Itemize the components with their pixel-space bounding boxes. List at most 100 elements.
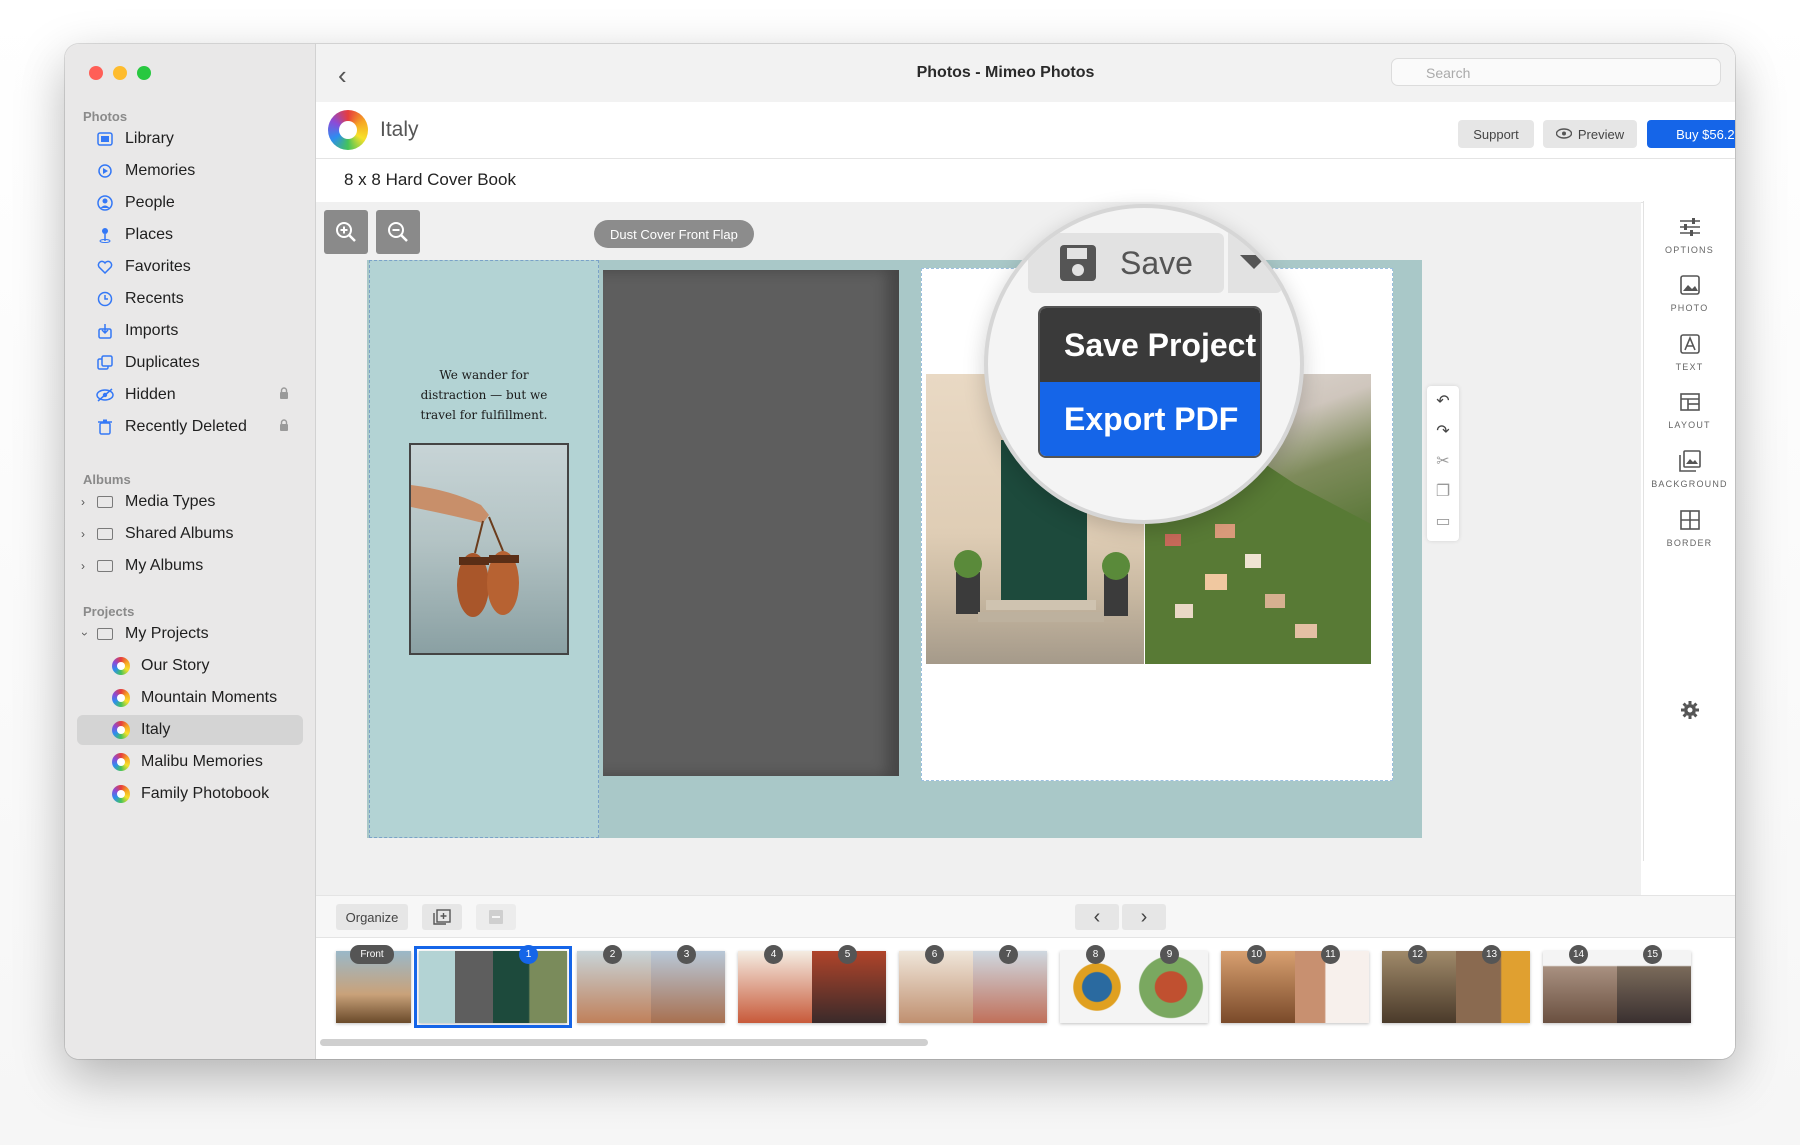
library-icon (95, 129, 115, 149)
sidebar-item-label: Imports (125, 322, 179, 339)
support-button[interactable]: Support (1458, 120, 1534, 148)
minimize-window-button[interactable] (113, 66, 127, 80)
photos-section-header: Photos (83, 109, 128, 124)
save-button[interactable]: Save (1028, 233, 1224, 293)
hand-shoes-photo[interactable] (409, 443, 569, 655)
edit-tools: ↶ ↷ ✂ ❐ ▭ (1427, 386, 1459, 541)
thumbnail-pages-4-5[interactable]: 4 5 (738, 945, 886, 1023)
sidebar-item-label: Media Types (125, 493, 216, 510)
quote-line: We wander for (439, 368, 529, 382)
page-badge: 7 (999, 945, 1018, 964)
menu-item-save-project[interactable]: Save Project (1040, 308, 1260, 382)
cut-icon[interactable]: ✂ (1427, 446, 1459, 476)
save-dropdown-button[interactable] (1228, 233, 1282, 293)
quote-line: distraction — but we (420, 388, 548, 402)
sidebar-item-our-story[interactable]: Our Story (77, 651, 303, 681)
next-page-button[interactable]: › (1122, 904, 1166, 930)
sidebar-item-favorites[interactable]: Favorites (77, 252, 303, 282)
filmstrip-scrollbar[interactable] (320, 1039, 928, 1046)
sidebar-item-label: Hidden (125, 386, 176, 403)
sidebar-item-shared-albums[interactable]: › Shared Albums (77, 519, 303, 549)
project-icon (111, 656, 131, 676)
thumbnail-pages-6-7[interactable]: 6 7 (899, 945, 1047, 1023)
sidebar-item-recents[interactable]: Recents (77, 284, 303, 314)
save-dropdown-menu: Save Project Export PDF (1038, 306, 1262, 458)
folder-icon (95, 624, 115, 644)
page-badge: 2 (603, 945, 622, 964)
sidebar-item-people[interactable]: People (77, 188, 303, 218)
gear-icon (1644, 696, 1735, 724)
paste-icon[interactable]: ▭ (1427, 506, 1459, 536)
organize-button[interactable]: Organize (336, 904, 408, 930)
preview-button[interactable]: Preview (1543, 120, 1637, 148)
sidebar-item-hidden[interactable]: Hidden (77, 380, 303, 410)
sidebar-item-my-albums[interactable]: › My Albums (77, 551, 303, 581)
thumbnail-pages-8-9[interactable]: 8 9 (1060, 945, 1208, 1023)
settings-button[interactable] (1644, 696, 1735, 724)
sidebar-item-label: Family Photobook (141, 785, 270, 802)
thumbnail-pages-12-13[interactable]: 12 13 (1382, 945, 1530, 1023)
search-input[interactable]: Search (1391, 58, 1721, 86)
sidebar-item-recently-deleted[interactable]: Recently Deleted (77, 412, 303, 442)
chevron-right-icon[interactable]: › (81, 559, 85, 573)
thumbnail-page-1[interactable]: 1 (414, 945, 572, 1028)
sidebar-item-mountain-moments[interactable]: Mountain Moments (77, 683, 303, 713)
sidebar-item-italy[interactable]: Italy (77, 715, 303, 745)
redo-icon[interactable]: ↷ (1427, 416, 1459, 446)
chevron-down-icon[interactable]: › (78, 632, 92, 636)
close-window-button[interactable] (89, 66, 103, 80)
page-badge: 14 (1569, 945, 1588, 964)
memories-icon (95, 161, 115, 181)
sidebar-item-places[interactable]: Places (77, 220, 303, 250)
copy-icon[interactable]: ❐ (1427, 476, 1459, 506)
page-badge: 4 (764, 945, 783, 964)
page-badge: 13 (1482, 945, 1501, 964)
sidebar-item-label: Recents (125, 290, 184, 307)
albums-section-header: Albums (83, 472, 131, 487)
sidebar-item-label: Mountain Moments (141, 689, 278, 706)
sidebar-item-duplicates[interactable]: Duplicates (77, 348, 303, 378)
sidebar-item-label: Shared Albums (125, 525, 234, 542)
sidebar-item-memories[interactable]: Memories (77, 156, 303, 186)
thumbnail-pages-10-11[interactable]: 10 11 (1221, 945, 1369, 1023)
sidebar-item-family-photobook[interactable]: Family Photobook (77, 779, 303, 809)
sidebar-item-my-projects[interactable]: › My Projects (77, 619, 303, 649)
quote-line: travel for fulfillment. (420, 408, 548, 422)
sidebar-item-malibu-memories[interactable]: Malibu Memories (77, 747, 303, 777)
sidebar-item-label: Recently Deleted (125, 418, 247, 435)
sidebar-item-media-types[interactable]: › Media Types (77, 487, 303, 517)
previous-page-button[interactable]: ‹ (1075, 904, 1119, 930)
save-menu-magnifier: Save Save Project Export PDF (984, 204, 1304, 524)
add-page-button[interactable] (422, 904, 462, 930)
sidebar-item-library[interactable]: Library (77, 124, 303, 154)
sidebar-item-imports[interactable]: Imports (77, 316, 303, 346)
buy-button[interactable]: Buy $56.23 (1647, 120, 1735, 148)
remove-page-button[interactable] (476, 904, 516, 930)
tool-text[interactable]: TEXT (1644, 330, 1735, 372)
tool-background[interactable]: BACKGROUND (1644, 447, 1735, 489)
thumbnail-pages-14-15[interactable]: 14 15 (1543, 945, 1691, 1023)
tool-photo[interactable]: PHOTO (1644, 271, 1735, 313)
dust-cover-flap[interactable]: We wander for distraction — but we trave… (369, 260, 599, 838)
editor-canvas[interactable]: Dust Cover Front Flap We wander for dist… (316, 202, 1641, 895)
zoom-out-button[interactable] (376, 210, 420, 254)
lock-icon (280, 419, 288, 431)
chevron-right-icon[interactable]: › (81, 495, 85, 509)
thumbnail-front[interactable]: Front (336, 945, 411, 1023)
tool-border[interactable]: BORDER (1644, 506, 1735, 548)
tool-layout[interactable]: LAYOUT (1644, 388, 1735, 430)
thumbnail-pages-2-3[interactable]: 2 3 (577, 945, 725, 1023)
sidebar-item-label: Library (125, 130, 174, 147)
flap-quote[interactable]: We wander for distraction — but we trave… (370, 365, 598, 425)
right-tool-panel: OPTIONS PHOTO TEXT LAYOUT BACKGROUND BOR… (1643, 201, 1735, 861)
chevron-right-icon[interactable]: › (81, 527, 85, 541)
undo-icon[interactable]: ↶ (1427, 386, 1459, 416)
page-badge: 6 (925, 945, 944, 964)
zoom-window-button[interactable] (137, 66, 151, 80)
zoom-in-button[interactable] (324, 210, 368, 254)
chevron-left-icon: ‹ (1093, 905, 1101, 928)
tool-options[interactable]: OPTIONS (1644, 213, 1735, 255)
menu-item-export-pdf[interactable]: Export PDF (1040, 382, 1260, 456)
folder-icon (95, 492, 115, 512)
tool-label: BORDER (1666, 538, 1713, 548)
